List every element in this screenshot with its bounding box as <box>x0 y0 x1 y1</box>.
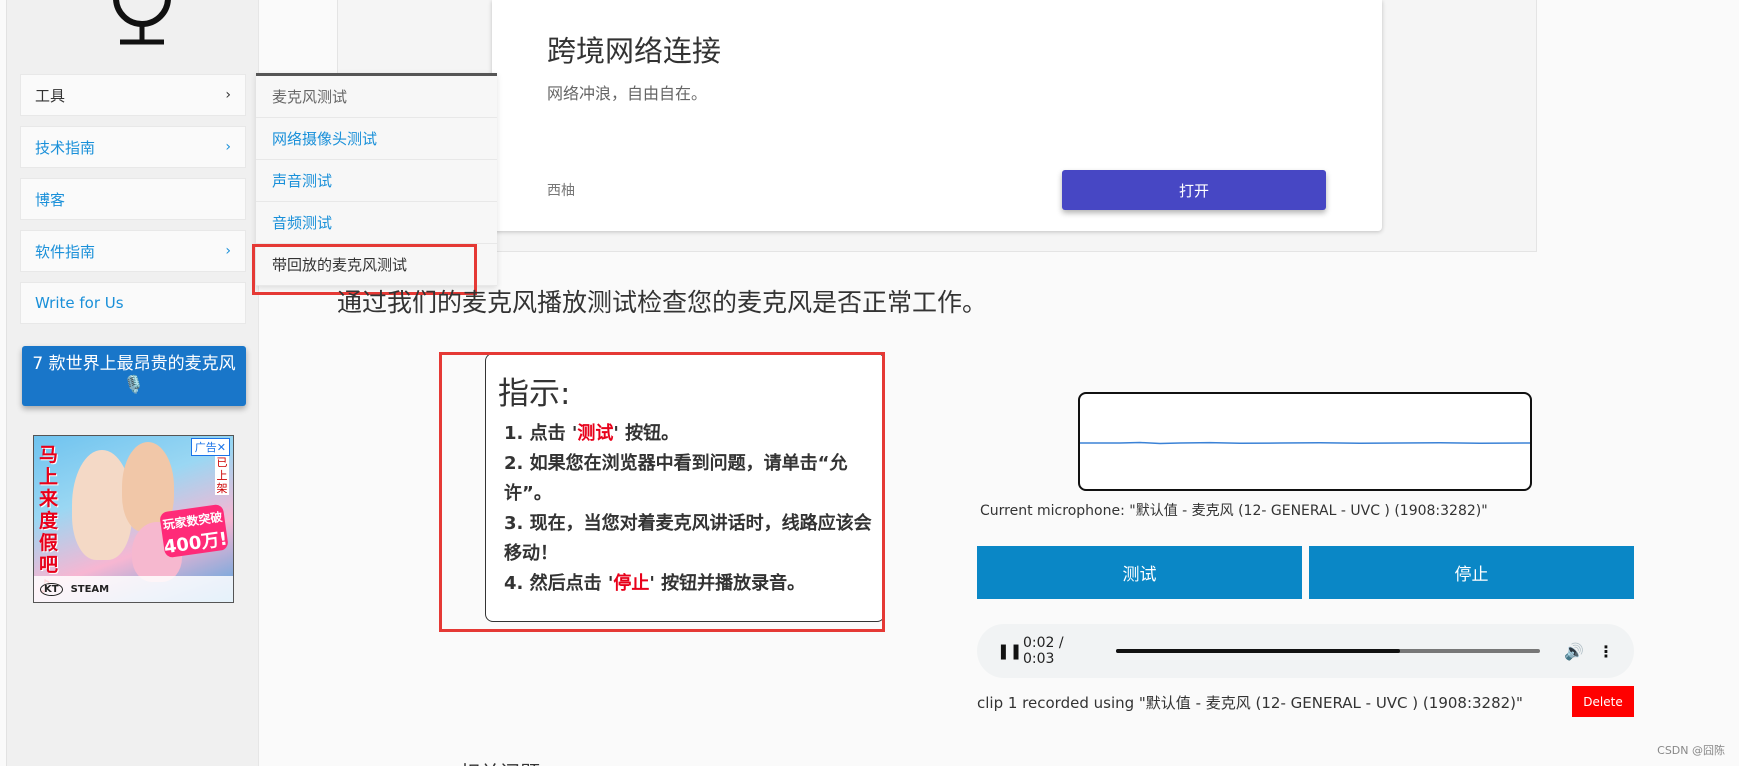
card-brand: 西柚 <box>547 183 575 199</box>
waveform-line <box>1080 441 1530 445</box>
chevron-right-icon: › <box>225 87 231 103</box>
microphone-logo-icon <box>113 0 171 45</box>
promo-button[interactable]: 7 款世界上最昂贵的麦克风🎙️ <box>22 346 246 406</box>
pause-icon[interactable]: ❚❚ <box>997 642 1022 660</box>
ad-logo-steam: STEAM <box>70 583 110 595</box>
sidebar-item-tools[interactable]: 工具 › <box>20 74 246 116</box>
open-button[interactable]: 打开 <box>1062 170 1326 210</box>
test-button[interactable]: 测试 <box>977 546 1302 599</box>
clip-label: clip 1 recorded using "默认值 - 麦克风 (12- GE… <box>977 694 1523 712</box>
sidebar-nav: 工具 › 技术指南 › 博客 软件指南 › Write for Us <box>20 74 246 334</box>
sidebar-item-software-guide[interactable]: 软件指南 › <box>20 230 246 272</box>
more-options-icon[interactable]: ⋮ <box>1598 642 1614 661</box>
menu-item-mic-test[interactable]: 麦克风测试 <box>256 76 497 118</box>
menu-item-audio-test[interactable]: 音频测试 <box>256 202 497 244</box>
ad-close-badge[interactable]: 广告✕ <box>190 438 230 456</box>
card-subtitle: 网络冲浪，自由自在。 <box>547 84 708 103</box>
chevron-right-icon: › <box>225 243 231 259</box>
audio-waveform-visualizer <box>1078 392 1532 491</box>
page-headline: 通过我们的麦克风播放测试检查您的麦克风是否正常工作。 <box>337 288 988 317</box>
sidebar-item-label: 博客 <box>35 190 66 209</box>
audio-player: ❚❚ 0:02 / 0:03 🔊 ⋮ <box>977 624 1634 678</box>
watermark: CSDN @囧陈 <box>1657 744 1725 757</box>
sidebar: 工具 › 技术指南 › 博客 软件指南 › Write for Us 7 款世界… <box>6 0 259 766</box>
card-title: 跨境网络连接 <box>547 34 722 68</box>
progress-fill <box>1115 649 1401 653</box>
chevron-right-icon: › <box>225 139 231 155</box>
sidebar-item-label: 技术指南 <box>35 138 96 157</box>
sidebar-item-tech-guide[interactable]: 技术指南 › <box>20 126 246 168</box>
ad-banner[interactable]: 马上来度假吧♪ 广告✕ 已上架 玩家数突破 400万! KT STEAM <box>33 435 234 603</box>
sidebar-item-write-for-us[interactable]: Write for Us <box>20 282 246 324</box>
volume-icon[interactable]: 🔊 <box>1564 642 1584 661</box>
ad-tag: 已上架 <box>215 456 229 495</box>
page: 工具 › 技术指南 › 博客 软件指南 › Write for Us 7 款世界… <box>0 0 1739 766</box>
ad-logo-kt: KT <box>40 582 63 596</box>
sidebar-item-blog[interactable]: 博客 <box>20 178 246 220</box>
player-time: 0:02 / 0:03 <box>1023 635 1064 667</box>
menu-item-sound-test[interactable]: 声音测试 <box>256 160 497 202</box>
sidebar-item-label: 软件指南 <box>35 242 96 261</box>
ad-headline: 马上来度假吧♪ <box>39 444 59 598</box>
sidebar-item-label: Write for Us <box>35 294 124 312</box>
delete-button[interactable]: Delete <box>1572 686 1634 717</box>
vpn-card: 跨境网络连接 网络冲浪，自由自在。 西柚 打开 <box>492 0 1382 231</box>
ad-burst-badge: 玩家数突破 400万! <box>159 503 229 559</box>
ad-footer: KT STEAM <box>34 576 233 602</box>
progress-slider[interactable] <box>1115 649 1541 653</box>
current-microphone-label: Current microphone: "默认值 - 麦克风 (12- GENE… <box>980 503 1488 519</box>
sidebar-item-label: 工具 <box>35 86 66 105</box>
menu-item-webcam-test[interactable]: 网络摄像头测试 <box>256 118 497 160</box>
section-heading-partial: 相关问题 <box>460 757 540 766</box>
annotation-highlight-box <box>439 352 885 632</box>
stop-button[interactable]: 停止 <box>1309 546 1634 599</box>
